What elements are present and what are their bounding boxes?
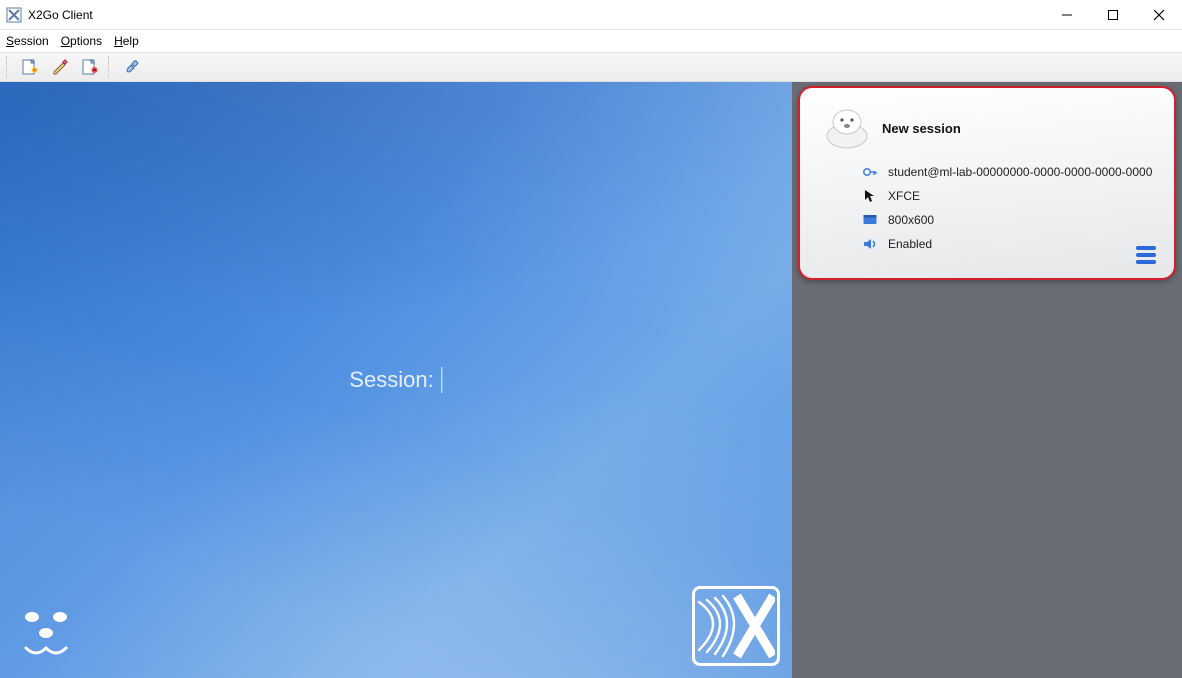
session-card-menu-button[interactable]: [1136, 246, 1156, 264]
close-button[interactable]: [1136, 0, 1182, 30]
sound-icon: [862, 236, 878, 252]
session-sound-text: Enabled: [888, 237, 932, 251]
edit-session-button[interactable]: [48, 55, 72, 79]
x2go-logo-icon: [692, 586, 780, 666]
titlebar: X2Go Client: [0, 0, 1182, 30]
toolbar-sep: [108, 56, 112, 78]
delete-session-button[interactable]: [78, 55, 102, 79]
session-resolution-text: 800x600: [888, 213, 934, 227]
toolbar: [0, 52, 1182, 82]
menu-options[interactable]: Options: [61, 34, 102, 48]
session-resolution-row: 800x600: [862, 212, 1152, 228]
menu-help[interactable]: Help: [114, 34, 139, 48]
session-pane: Session:: [0, 82, 792, 678]
seal-mascot-icon: [14, 603, 84, 668]
new-session-button[interactable]: [18, 55, 42, 79]
text-cursor: [442, 367, 443, 393]
minimize-button[interactable]: [1044, 0, 1090, 30]
display-icon: [862, 212, 878, 228]
toolbar-grip: [6, 56, 10, 78]
session-card-title: New session: [882, 121, 961, 136]
maximize-button[interactable]: [1090, 0, 1136, 30]
side-pane: New session student@ml-lab-00000000-0000…: [792, 82, 1182, 678]
session-host-text: student@ml-lab-00000000-0000-0000-0000-0…: [888, 165, 1152, 179]
main-area: Session:: [0, 82, 1182, 678]
mouse-icon: [862, 188, 878, 204]
settings-button[interactable]: [120, 55, 144, 79]
session-avatar-icon: [822, 106, 872, 150]
session-card[interactable]: New session student@ml-lab-00000000-0000…: [798, 86, 1176, 280]
session-desktop-row: XFCE: [862, 188, 1152, 204]
session-input-area[interactable]: Session:: [349, 367, 442, 393]
key-icon: [862, 164, 878, 180]
app-icon: [6, 7, 22, 23]
session-label: Session:: [349, 367, 433, 393]
session-desktop-text: XFCE: [888, 189, 920, 203]
session-sound-row: Enabled: [862, 236, 1152, 252]
session-host-row: student@ml-lab-00000000-0000-0000-0000-0…: [862, 164, 1152, 180]
menubar: Session Options Help: [0, 30, 1182, 52]
window-title: X2Go Client: [28, 8, 93, 22]
menu-session[interactable]: Session: [6, 34, 49, 48]
